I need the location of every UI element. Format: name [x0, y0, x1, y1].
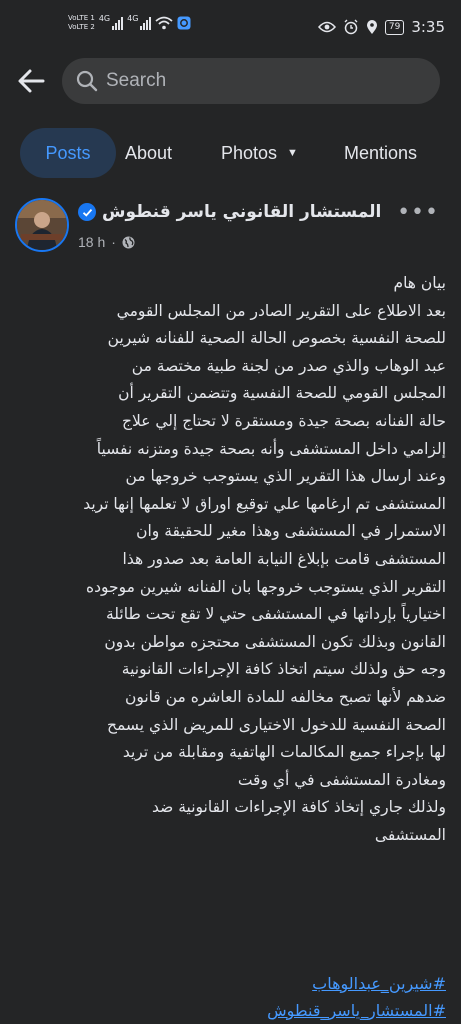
post-line: وعند ارسال هذا التقرير الذي يستوجب خروجه… [125, 467, 446, 486]
post-meta: 18 h · [78, 234, 135, 250]
post-line: حالة الفنانه بصحة جيدة ومستقرة لا تحتاج … [121, 411, 446, 430]
post-line: المستشفى قامت بإبلاغ النيابة العامة بعد … [122, 549, 446, 568]
post-line: القانون وبذلك تكون المستشفى محتجزه مواطن… [104, 632, 446, 651]
status-left: VoLTE 1 VoLTE 2 4G 4G [68, 14, 191, 32]
post-line: بيان هام [393, 274, 446, 292]
post-line: إلزامي داخل المستشفى وأنه بصحة جيدة ومتز… [96, 439, 446, 458]
tab-about[interactable]: About [125, 128, 172, 178]
post-line: وجه حق ولذلك سيتم اتخاذ كافة الإجراءات ا… [121, 660, 446, 679]
search-icon [76, 70, 98, 92]
status-bar: VoLTE 1 VoLTE 2 4G 4G 79 3:35 [0, 0, 461, 58]
alarm-icon [344, 19, 358, 35]
post-line: لها بإجراء جميع المكالمات الهاتفية ومقاب… [122, 743, 446, 762]
caret-down-icon: ▼ [287, 147, 298, 159]
post-line: الاستمرار في المستشفى وهذا مغير للحقيقة … [136, 522, 446, 541]
sim1-label: VoLTE 1 [68, 14, 95, 22]
verified-badge-icon [78, 203, 96, 221]
signal-1-icon [112, 16, 124, 30]
tab-photos[interactable]: Photos ▼ [221, 128, 298, 178]
profile-tabs: Posts About Photos ▼ Mentions [0, 128, 461, 178]
globe-icon [122, 236, 135, 248]
post-line: المجلس القومي للصحة النفسية وتتضمن التقر… [118, 384, 446, 403]
post-line: المستشفى [374, 825, 446, 844]
battery-level: 79 [384, 19, 405, 35]
more-dots-icon: ••• [397, 200, 439, 225]
hashtag-link[interactable]: #شيرين_عبدالوهاب [12, 970, 446, 997]
post-line: ومغادرة المستشفى في أي وقت [237, 770, 446, 789]
search-placeholder: Search [106, 70, 167, 91]
post-line: ولذلك جاري إتخاذ كافة الإجراءات القانوني… [152, 798, 446, 817]
post-line: بعد الاطلاع على التقرير الصادر من المجلس… [116, 301, 446, 320]
author-avatar[interactable] [15, 198, 69, 252]
meta-separator: · [111, 234, 116, 250]
wifi-icon [155, 16, 174, 30]
top-bar: Search [0, 58, 461, 104]
app-notification-icon [177, 16, 191, 30]
post-line: التقرير الذي يستوجب خروجها بان الفنانه ش… [85, 577, 446, 596]
author-name[interactable]: المستشار القانوني ياسر قنطوش [78, 202, 381, 222]
eye-icon [317, 21, 336, 33]
hashtag-link[interactable]: #المستشار_ياسر_قنطوش [12, 997, 446, 1024]
status-right: 79 3:35 [317, 18, 445, 36]
volte-indicator: VoLTE 1 VoLTE 2 [68, 14, 95, 32]
signal-2-icon [140, 16, 152, 30]
author-name-text: المستشار القانوني ياسر قنطوش [102, 202, 382, 222]
tab-mentions[interactable]: Mentions [344, 128, 417, 178]
post-hashtags: #شيرين_عبدالوهاب #المستشار_ياسر_قنطوش [12, 970, 446, 1024]
post-line: ضدهم لأنها تصبح مخالفه للمادة العاشره من… [124, 687, 446, 706]
sim2-label: VoLTE 2 [68, 23, 95, 31]
post-options-button[interactable]: ••• [397, 200, 439, 225]
post-header: المستشار القانوني ياسر قنطوش 18 h · ••• [0, 198, 461, 260]
tab-posts[interactable]: Posts [20, 128, 116, 178]
network-type-2: 4G [127, 14, 139, 23]
post-line: عبد الوهاب والذي صدر من لجنة طبية مختصة … [131, 356, 446, 375]
search-input[interactable]: Search [62, 58, 440, 104]
post-line: اختيارياً بإرداتها في المستشفى حتي لا تق… [105, 605, 446, 624]
location-icon [366, 20, 377, 34]
avatar-image [17, 200, 67, 250]
clock: 3:35 [411, 18, 445, 36]
tab-photos-label: Photos [221, 142, 278, 163]
post-line: الصحة النفسية للدخول الاختيارى للمريض ال… [106, 715, 446, 734]
back-arrow-icon [18, 69, 45, 93]
post-text: بيان هام بعد الاطلاع على التقرير الصادر … [12, 270, 446, 849]
network-type-1: 4G [98, 14, 111, 23]
post-line: المستشفى تم ارغامها علي توقيع اوراق لا ت… [83, 494, 446, 513]
post-time[interactable]: 18 h [78, 234, 105, 250]
back-button[interactable] [16, 66, 46, 96]
post-line: للصحة النفسية بخصوص الحالة الصحية للفنان… [107, 329, 446, 348]
